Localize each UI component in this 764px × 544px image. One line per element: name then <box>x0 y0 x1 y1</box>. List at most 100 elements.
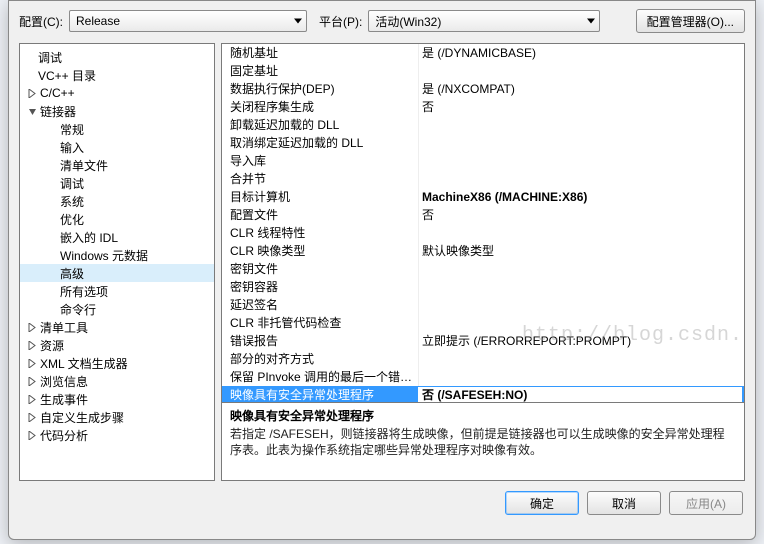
tree-item[interactable]: 代码分析 <box>20 426 214 444</box>
property-row[interactable]: 数据执行保护(DEP)是 (/NXCOMPAT) <box>222 80 744 98</box>
property-row[interactable]: 保留 PInvoke 调用的最后一个错误代 <box>222 368 744 386</box>
property-value[interactable]: 否 <box>418 206 744 223</box>
property-row[interactable]: 部分的对齐方式 <box>222 350 744 368</box>
config-combobox[interactable]: Release <box>69 10 307 32</box>
property-value[interactable]: 是 (/DYNAMICBASE) <box>418 44 744 61</box>
description-text: 若指定 /SAFESEH，则链接器将生成映像，但前提是链接器也可以生成映像的安全… <box>230 426 736 458</box>
tree-item[interactable]: 系统 <box>20 192 214 210</box>
dialog-body: 调试VC++ 目录C/C++链接器常规输入清单文件调试系统优化嵌入的 IDLWi… <box>9 43 755 481</box>
property-row[interactable]: 导入库 <box>222 152 744 170</box>
tree-item[interactable]: 常规 <box>20 120 214 138</box>
description-panel: 映像具有安全异常处理程序 若指定 /SAFESEH，则链接器将生成映像，但前提是… <box>221 403 745 481</box>
property-name: 取消绑定延迟加载的 DLL <box>222 134 418 151</box>
tree-item-label: XML 文档生成器 <box>40 355 128 372</box>
property-name: 导入库 <box>222 152 418 169</box>
property-name: 数据执行保护(DEP) <box>222 80 418 97</box>
tree-item[interactable]: 资源 <box>20 336 214 354</box>
tree-item-label: 命令行 <box>60 301 96 318</box>
tree-item-label: 清单工具 <box>40 319 88 336</box>
property-row[interactable]: 合并节 <box>222 170 744 188</box>
tree-item-label: 所有选项 <box>60 283 108 300</box>
triangle-right-icon[interactable] <box>26 411 38 423</box>
property-value[interactable]: 是 (/NXCOMPAT) <box>418 80 744 97</box>
config-value: Release <box>76 14 120 28</box>
property-name: 映像具有安全异常处理程序 <box>222 386 418 402</box>
property-row[interactable]: 密钥容器 <box>222 278 744 296</box>
property-name: 密钥容器 <box>222 278 418 295</box>
property-row[interactable]: 映像具有安全异常处理程序否 (/SAFESEH:NO) <box>222 386 744 402</box>
property-row[interactable]: 固定基址 <box>222 62 744 80</box>
tree-item[interactable]: 链接器 <box>20 102 214 120</box>
tree-item[interactable]: 生成事件 <box>20 390 214 408</box>
property-name: 固定基址 <box>222 62 418 79</box>
tree-item[interactable]: 嵌入的 IDL <box>20 228 214 246</box>
tree-item[interactable]: 调试 <box>20 174 214 192</box>
triangle-right-icon[interactable] <box>26 87 38 99</box>
property-row[interactable]: CLR 映像类型默认映像类型 <box>222 242 744 260</box>
property-value[interactable]: MachineX86 (/MACHINE:X86) <box>418 190 744 204</box>
right-panel: 随机基址是 (/DYNAMICBASE)固定基址数据执行保护(DEP)是 (/N… <box>221 43 745 481</box>
property-value[interactable]: 否 (/SAFESEH:NO) <box>418 387 742 403</box>
tree-item-label: 生成事件 <box>40 391 88 408</box>
tree-item[interactable]: 清单文件 <box>20 156 214 174</box>
tree-item[interactable]: 调试 <box>20 48 214 66</box>
tree-item[interactable]: 命令行 <box>20 300 214 318</box>
property-row[interactable]: 取消绑定延迟加载的 DLL <box>222 134 744 152</box>
ok-button[interactable]: 确定 <box>505 491 579 515</box>
tree-item-label: 输入 <box>60 139 84 156</box>
tree-item-label: 资源 <box>40 337 64 354</box>
triangle-right-icon[interactable] <box>26 339 38 351</box>
property-value[interactable]: 默认映像类型 <box>418 242 744 259</box>
property-grid[interactable]: 随机基址是 (/DYNAMICBASE)固定基址数据执行保护(DEP)是 (/N… <box>221 43 745 403</box>
tree-item[interactable]: 所有选项 <box>20 282 214 300</box>
property-row[interactable]: 延迟签名 <box>222 296 744 314</box>
property-row[interactable]: 关闭程序集生成否 <box>222 98 744 116</box>
triangle-right-icon[interactable] <box>26 393 38 405</box>
tree-item-label: 代码分析 <box>40 427 88 444</box>
tree-item-label: 优化 <box>60 211 84 228</box>
property-name: CLR 映像类型 <box>222 242 418 259</box>
tree-item[interactable]: C/C++ <box>20 84 214 102</box>
triangle-down-icon[interactable] <box>26 105 38 117</box>
triangle-right-icon[interactable] <box>26 321 38 333</box>
tree-item[interactable]: 清单工具 <box>20 318 214 336</box>
property-row[interactable]: 随机基址是 (/DYNAMICBASE) <box>222 44 744 62</box>
tree-item[interactable]: Windows 元数据 <box>20 246 214 264</box>
topbar: 配置(C): Release 平台(P): 活动(Win32) 配置管理器(O)… <box>9 1 755 43</box>
tree-item[interactable]: 自定义生成步骤 <box>20 408 214 426</box>
property-pages-dialog: 配置(C): Release 平台(P): 活动(Win32) 配置管理器(O)… <box>8 0 756 540</box>
property-value[interactable]: 否 <box>418 98 744 115</box>
property-name: 配置文件 <box>222 206 418 223</box>
chevron-down-icon <box>587 19 595 24</box>
tree-item[interactable]: 优化 <box>20 210 214 228</box>
configuration-manager-button[interactable]: 配置管理器(O)... <box>636 9 745 33</box>
tree-item-label: 清单文件 <box>60 157 108 174</box>
property-row[interactable]: CLR 非托管代码检查 <box>222 314 744 332</box>
tree-item[interactable]: XML 文档生成器 <box>20 354 214 372</box>
tree-item[interactable]: 高级 <box>20 264 214 282</box>
tree-item-label: 浏览信息 <box>40 373 88 390</box>
tree-item-label: 自定义生成步骤 <box>40 409 124 426</box>
property-row[interactable]: 配置文件否 <box>222 206 744 224</box>
platform-combobox[interactable]: 活动(Win32) <box>368 10 600 32</box>
property-row[interactable]: 错误报告立即提示 (/ERRORREPORT:PROMPT) <box>222 332 744 350</box>
property-row[interactable]: 目标计算机MachineX86 (/MACHINE:X86) <box>222 188 744 206</box>
property-value[interactable]: 立即提示 (/ERRORREPORT:PROMPT) <box>418 332 744 349</box>
property-name: 密钥文件 <box>222 260 418 277</box>
tree-item[interactable]: 浏览信息 <box>20 372 214 390</box>
apply-button[interactable]: 应用(A) <box>669 491 743 515</box>
triangle-right-icon[interactable] <box>26 357 38 369</box>
tree-item-label: VC++ 目录 <box>38 67 96 84</box>
property-row[interactable]: 密钥文件 <box>222 260 744 278</box>
tree-item-label: C/C++ <box>40 86 75 100</box>
property-name: 错误报告 <box>222 332 418 349</box>
tree-item[interactable]: VC++ 目录 <box>20 66 214 84</box>
triangle-right-icon[interactable] <box>26 429 38 441</box>
triangle-right-icon[interactable] <box>26 375 38 387</box>
tree-item-label: 常规 <box>60 121 84 138</box>
nav-tree[interactable]: 调试VC++ 目录C/C++链接器常规输入清单文件调试系统优化嵌入的 IDLWi… <box>19 43 215 481</box>
tree-item[interactable]: 输入 <box>20 138 214 156</box>
cancel-button[interactable]: 取消 <box>587 491 661 515</box>
property-row[interactable]: 卸载延迟加载的 DLL <box>222 116 744 134</box>
property-row[interactable]: CLR 线程特性 <box>222 224 744 242</box>
